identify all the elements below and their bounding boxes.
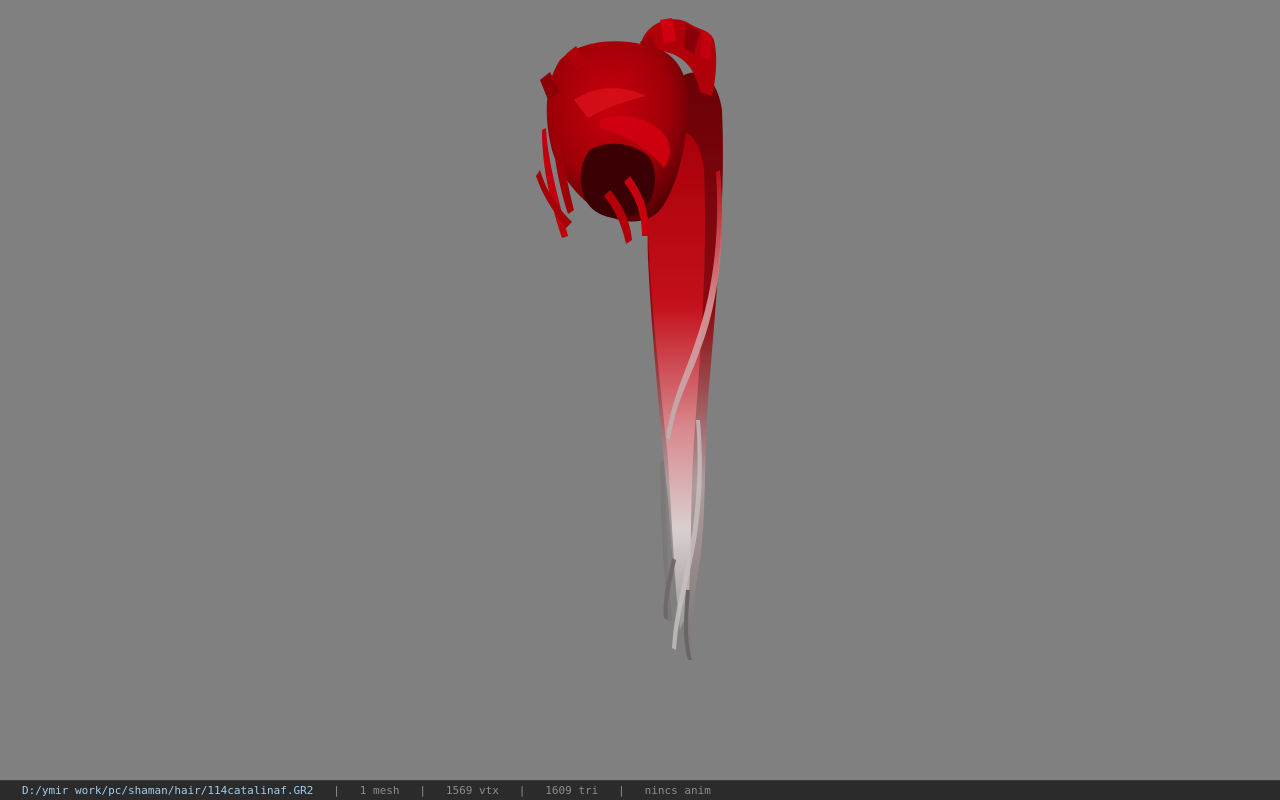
hair-model-render	[536, 18, 723, 661]
file-path-text: D:/ymir work/pc/shaman/hair/114catalinaf…	[22, 784, 314, 797]
anim-status-text: nincs anim	[644, 784, 711, 797]
3d-viewport[interactable]	[0, 0, 1280, 780]
status-separator: |	[333, 784, 340, 797]
status-bar: D:/ymir work/pc/shaman/hair/114catalinaf…	[0, 780, 1280, 800]
status-separator: |	[618, 784, 625, 797]
vertex-count-text: 1569 vtx	[445, 784, 499, 797]
mesh-count-text: 1 mesh	[359, 784, 400, 797]
triangle-count-text: 1609 tri	[545, 784, 599, 797]
